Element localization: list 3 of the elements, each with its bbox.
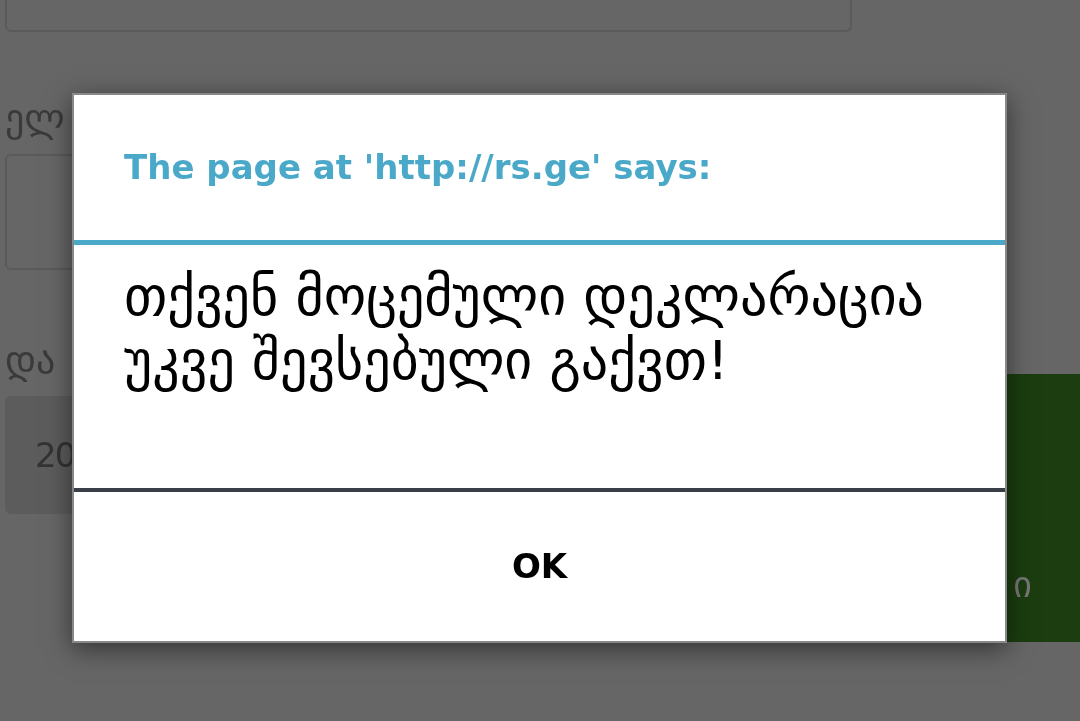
- dialog-message: თქვენ მოცემული დეკლარაცია უკვე შევსებული გაქვთ!: [124, 265, 926, 393]
- ok-button[interactable]: OK: [74, 492, 1005, 641]
- dialog-title: The page at 'http://rs.ge' says:: [124, 146, 712, 189]
